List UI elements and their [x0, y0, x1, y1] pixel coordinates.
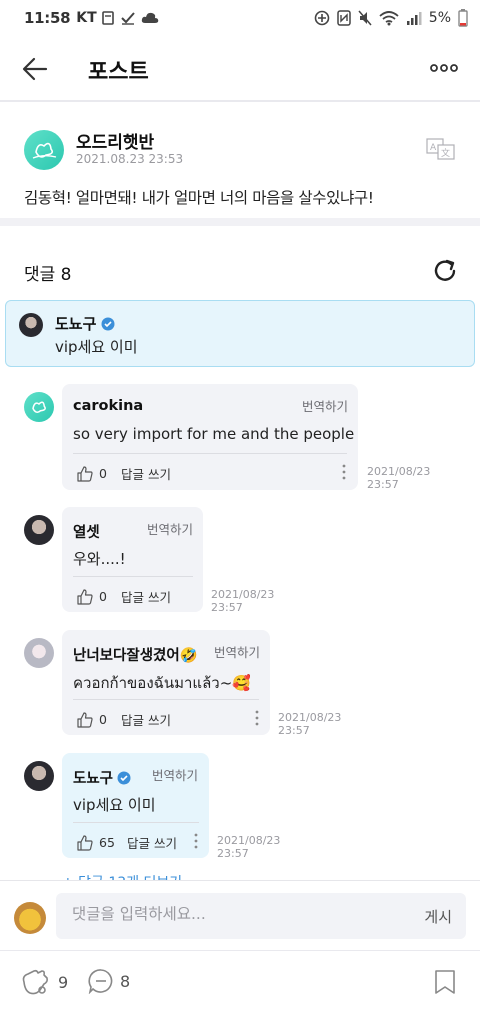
post-date: 2021.08.23 23:53 [76, 152, 184, 166]
kebab-menu-icon[interactable] [193, 833, 199, 849]
comment-text: 우와....! [73, 550, 126, 568]
my-avatar[interactable] [14, 902, 46, 934]
app-header: 포스트 [0, 36, 480, 102]
comment-divider [73, 699, 259, 700]
author-avatar[interactable] [24, 130, 64, 170]
verified-badge-icon [101, 317, 115, 330]
comment-bubble: 열셋 번역하기 우와....! 0 답글 쓰기 [62, 507, 203, 612]
thumbs-up-icon[interactable] [77, 834, 93, 851]
comment-action[interactable]: 8 [88, 968, 130, 994]
refresh-icon[interactable] [432, 258, 458, 284]
comment-input[interactable] [72, 905, 392, 923]
status-time: 11:58 [24, 9, 71, 27]
post-comment-button[interactable]: 게시 [424, 906, 452, 927]
like-count: 0 [99, 589, 107, 604]
reply-button[interactable]: 답글 쓰기 [121, 464, 171, 483]
pinned-comment[interactable]: 도뇨구 vip세요 이미 [5, 300, 475, 367]
wifi-icon [379, 11, 399, 26]
comment-date: 2021/08/23 [211, 588, 275, 601]
comment-input-bar: 게시 [0, 880, 480, 950]
like-count: 65 [99, 835, 115, 850]
comment-divider [73, 822, 199, 823]
comment-author[interactable]: carokina [73, 398, 143, 414]
reply-button[interactable]: 답글 쓰기 [121, 710, 171, 729]
kebab-menu-icon[interactable] [341, 464, 347, 480]
comment-avatar[interactable] [24, 515, 54, 545]
thumbs-up-icon[interactable] [77, 588, 93, 605]
cloud-icon [141, 12, 158, 23]
translate-icon[interactable]: A文 [426, 138, 456, 160]
clap-icon [22, 969, 48, 995]
author-name[interactable]: 오드리햇반 [76, 128, 154, 153]
thumbs-up-icon[interactable] [77, 711, 93, 728]
comment-divider [73, 576, 193, 577]
comments-count-label: 댓글 8 [24, 265, 72, 285]
comment-time: 23:57 [278, 724, 310, 737]
svg-text:A: A [430, 143, 437, 153]
verified-badge-icon [117, 771, 131, 784]
like-action[interactable]: 9 [20, 968, 68, 996]
comment-avatar[interactable] [24, 761, 54, 791]
reply-button[interactable]: 답글 쓰기 [127, 833, 177, 852]
reply-button[interactable]: 답글 쓰기 [121, 587, 171, 606]
comment-author[interactable]: 도뇨구 [73, 767, 113, 788]
battery-icon [458, 9, 468, 27]
comment-input-box: 게시 [56, 893, 466, 939]
svg-text:文: 文 [441, 147, 450, 159]
flower-logo-icon [32, 142, 57, 159]
post-body: 김동혁! 얼마면돼! 내가 얼마면 너의 마음을 살수있냐구! [24, 189, 374, 207]
status-carrier: KT [76, 10, 97, 26]
flower-logo-icon [32, 401, 46, 413]
pinned-comment-text: vip세요 이미 [55, 338, 138, 356]
pinned-author-name: 도뇨구 [55, 315, 97, 333]
comment-total: 8 [120, 971, 131, 991]
arrow-left-icon[interactable] [20, 54, 50, 84]
comment-time: 23:57 [367, 478, 399, 491]
mute-icon [358, 10, 372, 26]
translate-link[interactable]: 번역하기 [302, 396, 348, 415]
comment-text: vip세요 이미 [73, 796, 156, 814]
translate-link[interactable]: 번역하기 [214, 642, 260, 661]
kebab-menu-icon[interactable] [254, 710, 260, 726]
comment-author[interactable]: 난너보다잘생겼어🤣 [73, 644, 198, 665]
translate-link[interactable]: 번역하기 [152, 765, 198, 784]
pinned-avatar[interactable] [19, 313, 43, 337]
comment-author[interactable]: 열셋 [73, 521, 100, 542]
comment-bubble: carokina 번역하기 so very import for me and … [62, 384, 358, 490]
comment-text: so very import for me and the people [73, 425, 355, 443]
translate-link[interactable]: 번역하기 [147, 519, 193, 538]
battery-percent: 5% [428, 10, 451, 26]
comment-time: 23:57 [217, 847, 249, 860]
post: 오드리햇반 2021.08.23 23:53 A文 김동혁! 얼마면돼! 내가 … [0, 104, 480, 220]
comment-avatar[interactable] [24, 392, 54, 422]
comment-time: 23:57 [211, 601, 243, 614]
comment-bubble: 도뇨구 번역하기 vip세요 이미 65 답글 쓰기 [62, 753, 209, 858]
thumbs-up-icon[interactable] [77, 465, 93, 482]
section-divider [0, 218, 480, 226]
comment-avatar[interactable] [24, 638, 54, 668]
comment-icon [88, 969, 113, 994]
like-count: 0 [99, 466, 107, 481]
comment-date: 2021/08/23 [217, 834, 281, 847]
bookmark-icon[interactable] [434, 969, 456, 995]
comment-date: 2021/08/23 [367, 465, 431, 478]
nfc-icon [337, 10, 351, 26]
signal-icon [406, 12, 422, 25]
page-title: 포스트 [88, 60, 149, 85]
like-total: 9 [58, 972, 69, 992]
check-icon [120, 12, 135, 25]
data-saver-icon [314, 10, 330, 26]
notification-icon [101, 11, 114, 25]
status-bar: 11:58 KT 5% [0, 0, 480, 36]
comment-date: 2021/08/23 [278, 711, 342, 724]
comment-divider [73, 453, 347, 454]
comment-bubble: 난너보다잘생겼어🤣 번역하기 ควอกก้าของฉันมาแล้ว~🥰 0 답… [62, 630, 270, 735]
like-count: 0 [99, 712, 107, 727]
bottom-action-bar: 9 8 [0, 950, 480, 1013]
comment-text: ควอกก้าของฉันมาแล้ว~🥰 [73, 674, 251, 692]
more-horizontal-icon[interactable] [430, 58, 458, 78]
